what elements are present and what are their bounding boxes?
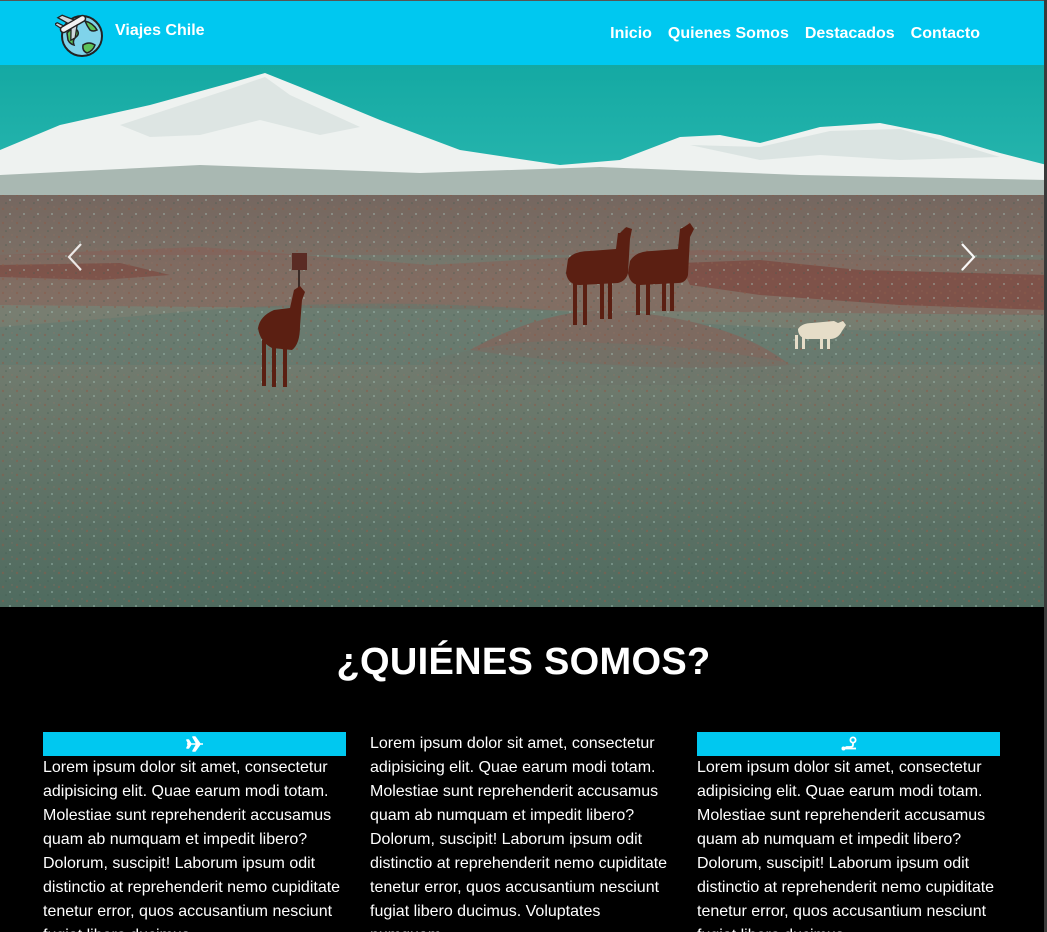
section-title: ¿QUIÉNES SOMOS? (336, 641, 711, 683)
column-text: Lorem ipsum dolor sit amet, consectetur … (697, 759, 995, 932)
globe-plane-logo-icon (55, 14, 103, 57)
chevron-right-icon (961, 243, 976, 271)
brand-name: Viajes Chile (115, 22, 205, 39)
icon-bar (697, 732, 1000, 756)
carousel-next-button[interactable] (953, 237, 983, 277)
hero-image (0, 65, 1047, 607)
navbar: Viajes Chile Inicio Quienes Somos Destac… (0, 0, 1047, 65)
brand[interactable]: Viajes Chile (55, 9, 205, 59)
plane-icon (185, 736, 203, 752)
hero-carousel (0, 65, 1047, 607)
nav-link-destacados[interactable]: Destacados (805, 25, 895, 43)
route-icon (841, 736, 856, 751)
column-text: Lorem ipsum dolor sit amet, consectetur … (43, 759, 341, 932)
nav-link-contacto[interactable]: Contacto (911, 25, 980, 43)
column-text: Lorem ipsum dolor sit amet, consectetur … (370, 735, 668, 932)
about-column-3: Lorem ipsum dolor sit amet, consectetur … (697, 732, 1000, 932)
nav-menu: Inicio Quienes Somos Destacados Contacto (594, 25, 980, 43)
about-column-1: Lorem ipsum dolor sit amet, consectetur … (43, 732, 346, 932)
about-column-2: Lorem ipsum dolor sit amet, consectetur … (370, 732, 673, 932)
nav-link-inicio[interactable]: Inicio (610, 25, 652, 43)
chevron-left-icon (67, 243, 82, 271)
icon-bar (43, 732, 346, 756)
nav-link-quienes-somos[interactable]: Quienes Somos (668, 25, 789, 43)
about-section: ¿QUIÉNES SOMOS? Lorem ipsum dolor sit am… (0, 607, 1047, 932)
carousel-prev-button[interactable] (60, 237, 90, 277)
